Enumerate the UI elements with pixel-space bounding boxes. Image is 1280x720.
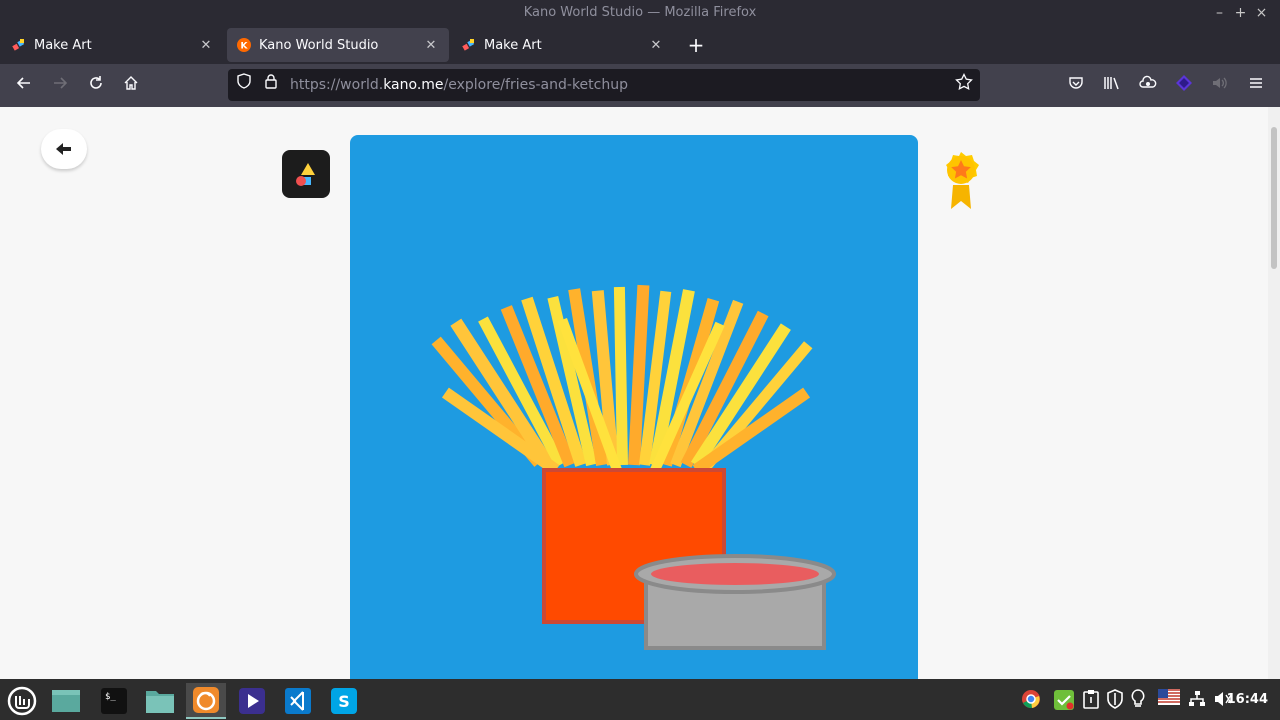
lightbulb-icon[interactable]: [1130, 689, 1150, 709]
minimize-button[interactable]: –: [1209, 0, 1230, 26]
clock[interactable]: 16:44: [1227, 679, 1268, 720]
back-button[interactable]: [41, 129, 87, 169]
tab-close-icon[interactable]: ✕: [648, 38, 664, 53]
clipboard-icon[interactable]: [1082, 689, 1102, 709]
library-icon[interactable]: [1100, 74, 1124, 98]
tab-make-art-2[interactable]: Make Art ✕: [452, 28, 674, 62]
home-icon[interactable]: [119, 74, 143, 98]
media-player-icon[interactable]: [232, 683, 272, 719]
vscode-icon[interactable]: [278, 683, 318, 719]
tab-close-icon[interactable]: ✕: [198, 38, 214, 53]
volume-icon[interactable]: [1208, 74, 1232, 98]
shield-tray-icon[interactable]: [1106, 689, 1126, 709]
files-icon[interactable]: [140, 683, 180, 719]
url-domain: kano.me: [383, 77, 444, 93]
make-art-favicon-icon: [462, 38, 476, 52]
shield-icon[interactable]: [232, 73, 256, 97]
desktop-icon[interactable]: [46, 683, 86, 719]
tab-kano-world-studio[interactable]: K Kano World Studio ✕: [227, 28, 449, 62]
os-taskbar: $_ S 16:44: [0, 679, 1280, 720]
lock-icon[interactable]: [259, 73, 283, 97]
arrow-left-icon: [56, 143, 71, 155]
tab-make-art-1[interactable]: Make Art ✕: [2, 28, 224, 62]
tab-close-icon[interactable]: ✕: [423, 38, 439, 53]
svg-text:$_: $_: [105, 692, 116, 702]
bookmark-star-icon[interactable]: [952, 73, 976, 97]
update-manager-icon[interactable]: [1053, 689, 1074, 710]
tab-strip: Make Art ✕ K Kano World Studio ✕ Make Ar…: [0, 26, 1280, 64]
extensions-icon[interactable]: [1136, 74, 1160, 98]
pocket-icon[interactable]: [1064, 74, 1088, 98]
award-badge-icon[interactable]: [937, 149, 985, 211]
kano-favicon-icon: K: [237, 38, 251, 52]
navigation-toolbar: https://world.kano.me/explore/fries-and-…: [0, 64, 1280, 107]
make-art-favicon-icon: [12, 38, 26, 52]
mint-menu-icon[interactable]: [2, 683, 42, 719]
svg-text:K: K: [241, 42, 249, 52]
reload-icon[interactable]: [84, 74, 108, 98]
window-controls: – + ×: [1209, 0, 1272, 26]
network-icon[interactable]: [1187, 689, 1207, 709]
fries-and-ketchup-artwork: [431, 284, 836, 650]
page-scrollbar[interactable]: [1268, 107, 1280, 679]
url-prefix: https://world.: [290, 77, 384, 93]
us-flag-keyboard-layout-icon[interactable]: [1158, 689, 1180, 709]
url-bar[interactable]: https://world.kano.me/explore/fries-and-…: [228, 69, 980, 101]
skype-icon[interactable]: S: [324, 683, 364, 719]
purple-extension-icon[interactable]: [1172, 74, 1196, 98]
fries: [431, 284, 813, 475]
make-art-app-icon[interactable]: [282, 150, 330, 198]
firefox-icon[interactable]: [186, 683, 226, 719]
ketchup-cup: [634, 554, 836, 650]
tab-label: Make Art: [484, 37, 542, 53]
window-titlebar: Kano World Studio — Mozilla Firefox – + …: [0, 0, 1280, 26]
page-content: [0, 107, 1280, 679]
terminal-icon[interactable]: $_: [94, 683, 134, 719]
menu-icon[interactable]: [1244, 74, 1268, 98]
forward-icon[interactable]: [48, 74, 72, 98]
svg-text:S: S: [338, 692, 350, 711]
tab-label: Kano World Studio: [259, 37, 379, 53]
maximize-button[interactable]: +: [1230, 0, 1251, 26]
url-path: /explore/fries-and-ketchup: [443, 77, 628, 93]
window-title: Kano World Studio — Mozilla Firefox: [523, 5, 757, 20]
back-icon[interactable]: [12, 74, 36, 98]
scrollbar-thumb[interactable]: [1271, 127, 1277, 269]
new-tab-button[interactable]: +: [684, 34, 708, 58]
close-window-button[interactable]: ×: [1251, 0, 1272, 26]
url-text[interactable]: https://world.kano.me/explore/fries-and-…: [290, 69, 628, 101]
chrome-tray-icon[interactable]: [1021, 689, 1041, 709]
artwork-canvas[interactable]: [350, 135, 918, 679]
tab-label: Make Art: [34, 37, 92, 53]
